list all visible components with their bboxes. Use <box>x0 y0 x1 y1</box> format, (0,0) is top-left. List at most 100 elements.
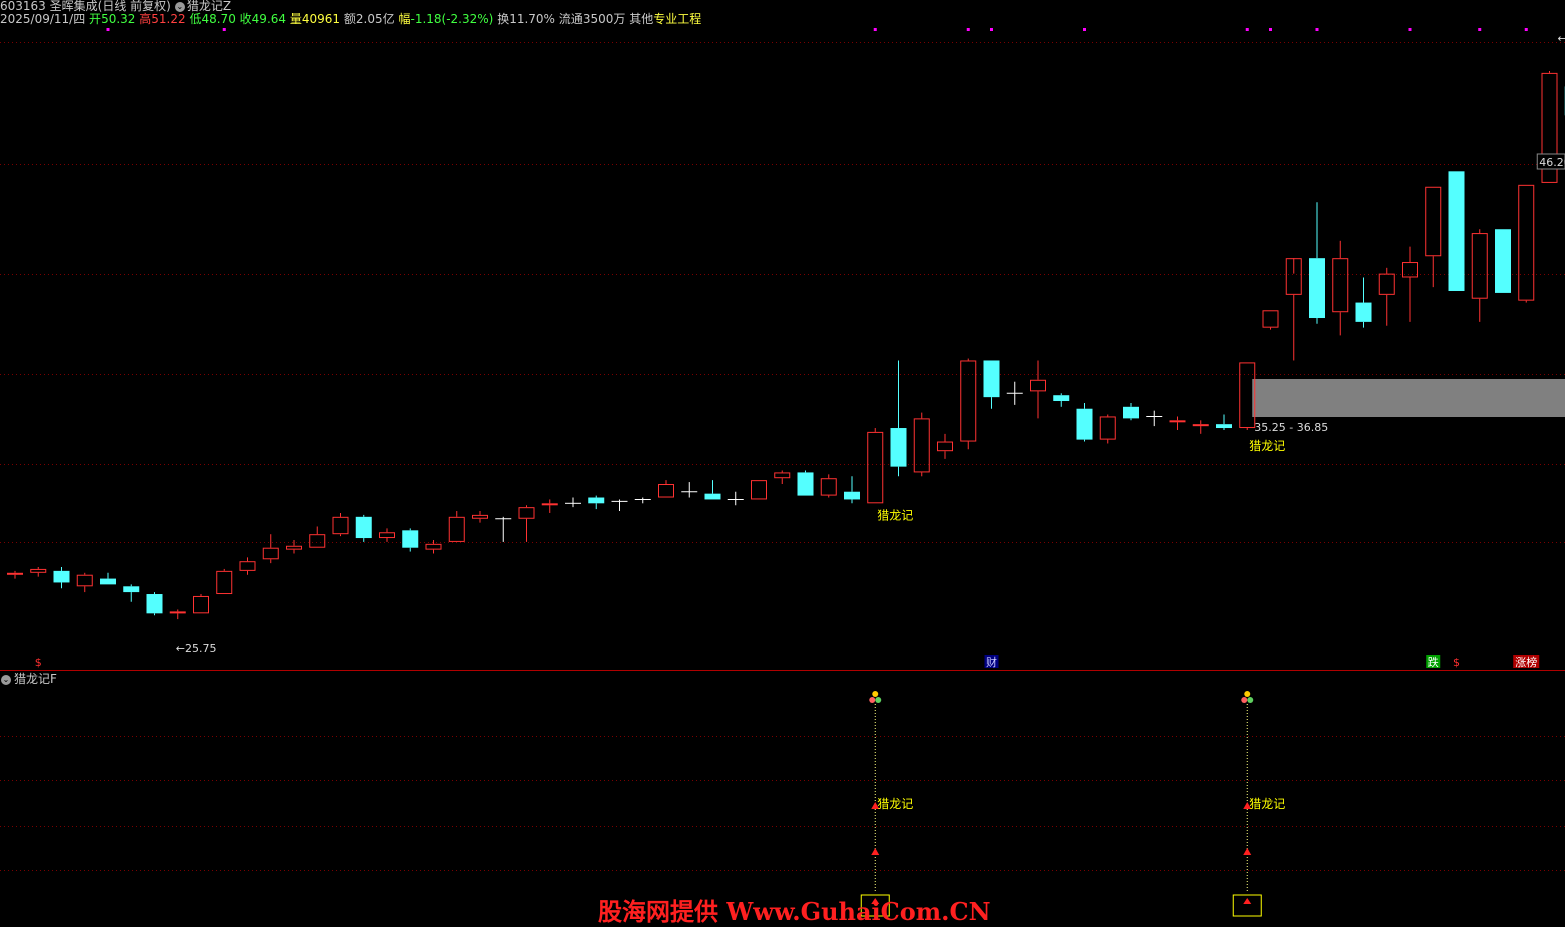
candle-body[interactable] <box>961 361 976 441</box>
high-price-label: ←51 <box>1558 32 1565 45</box>
quote-bar: 2025/09/11/四 开50.32 高51.22 低48.70 收49.64… <box>0 12 701 26</box>
candle-body[interactable] <box>1100 417 1115 439</box>
candle-body[interactable] <box>123 586 139 592</box>
candle-body[interactable] <box>542 504 557 505</box>
top-marker <box>967 28 970 31</box>
signal-dot-icon <box>869 697 875 703</box>
candle-body[interactable] <box>310 535 325 548</box>
candle-body[interactable] <box>938 442 953 451</box>
candle-body[interactable] <box>1333 259 1348 312</box>
top-marker <box>1478 28 1481 31</box>
chart-canvas[interactable]: 35.25 - 36.85←25.75←5146.20 - 46.2猎龙记猎龙记… <box>0 0 1565 922</box>
quote-date: 2025/09/11/四 <box>0 12 85 26</box>
change-label: 幅 <box>398 12 410 26</box>
volume-value: 40961 <box>302 12 340 26</box>
candle-body[interactable] <box>100 579 116 585</box>
signal-dot-icon <box>1247 697 1253 703</box>
candle-body[interactable] <box>984 360 1000 397</box>
candle-body[interactable] <box>263 548 278 559</box>
top-marker <box>990 28 993 31</box>
candle-body[interactable] <box>473 515 488 518</box>
candle-body[interactable] <box>333 517 348 533</box>
float-label: 流通 <box>559 12 583 26</box>
candle-body[interactable] <box>1123 407 1139 419</box>
candle-body[interactable] <box>449 517 464 541</box>
top-marker <box>1269 28 1272 31</box>
candle-body[interactable] <box>798 472 814 495</box>
chevron-down-icon[interactable]: ⌄ <box>1 675 11 685</box>
candle-body[interactable] <box>914 419 929 472</box>
candle-body[interactable] <box>821 479 836 495</box>
signal-label: 猎龙记 <box>1249 439 1285 453</box>
candle-body[interactable] <box>1170 421 1185 422</box>
sub-chart-title: ⌄猎龙记F <box>0 672 57 686</box>
candle-body[interactable] <box>31 569 46 572</box>
candle-body[interactable] <box>844 492 860 500</box>
candle-body[interactable] <box>705 494 721 500</box>
event-tag: $ <box>35 656 42 669</box>
candle-body[interactable] <box>868 432 883 502</box>
candle-body[interactable] <box>287 546 302 549</box>
candle-body[interactable] <box>1495 229 1511 293</box>
top-marker <box>107 28 110 31</box>
candle-body[interactable] <box>217 571 232 593</box>
chevron-down-icon[interactable]: ⌄ <box>175 2 185 12</box>
event-tag: 财 <box>986 655 997 669</box>
amount-label: 额 <box>344 12 356 26</box>
sub-indicator-name[interactable]: 猎龙记F <box>14 672 57 686</box>
candle-body[interactable] <box>1426 187 1441 255</box>
candle-body[interactable] <box>588 498 604 504</box>
sector-value[interactable]: 专业工程 <box>653 12 701 26</box>
candle-body[interactable] <box>1193 425 1208 426</box>
candle-body[interactable] <box>1356 303 1372 322</box>
turnover-label: 换 <box>497 12 509 26</box>
open-value: 50.32 <box>101 12 135 26</box>
event-tag: $ <box>1453 656 1460 669</box>
amount-value: 2.05亿 <box>356 12 395 26</box>
candle-body[interactable] <box>1309 258 1325 318</box>
candle-body[interactable] <box>891 428 907 467</box>
candle-body[interactable] <box>426 544 441 549</box>
signal-dot-icon <box>1241 697 1247 703</box>
signal-dot-icon <box>872 691 878 697</box>
candle-body[interactable] <box>752 481 767 499</box>
candle-body[interactable] <box>356 517 372 538</box>
signal-label: 猎龙记 <box>877 508 913 522</box>
support-zone <box>1252 379 1565 417</box>
top-marker <box>1316 28 1319 31</box>
candle-body[interactable] <box>1077 409 1093 440</box>
candle-body[interactable] <box>54 571 70 583</box>
candle-body[interactable] <box>1519 185 1534 300</box>
turnover-value: 11.70% <box>509 12 555 26</box>
candle-body[interactable] <box>1263 311 1278 327</box>
arrow-up-icon <box>1243 898 1251 904</box>
candle-body[interactable] <box>775 473 790 478</box>
level-label: 46.20 - 46.2 <box>1539 156 1565 169</box>
low-value: 48.70 <box>201 12 235 26</box>
candle-body[interactable] <box>1216 424 1232 428</box>
candle-body[interactable] <box>1379 274 1394 294</box>
candle-body[interactable] <box>170 612 185 613</box>
high-value: 51.22 <box>151 12 185 26</box>
signal-dot-icon <box>1244 691 1250 697</box>
candle-body[interactable] <box>519 508 534 519</box>
candle-body[interactable] <box>1031 380 1046 391</box>
candle-body[interactable] <box>147 594 163 613</box>
event-tag: 跌 <box>1428 655 1439 669</box>
candle-body[interactable] <box>8 573 23 574</box>
candle-body[interactable] <box>380 533 395 538</box>
candle-body[interactable] <box>1472 234 1487 299</box>
candle-body[interactable] <box>1053 395 1069 401</box>
candle-body[interactable] <box>1449 171 1465 291</box>
change-value: -1.18(-2.32%) <box>410 12 493 26</box>
candle-body[interactable] <box>240 562 255 571</box>
open-label: 开 <box>89 12 101 26</box>
top-marker <box>1246 28 1249 31</box>
high-label: 高 <box>139 12 151 26</box>
zone-label: 35.25 - 36.85 <box>1254 421 1328 434</box>
top-marker <box>223 28 226 31</box>
candle-body[interactable] <box>659 485 674 498</box>
candle-body[interactable] <box>77 575 92 586</box>
candle-body[interactable] <box>194 596 209 612</box>
candle-body[interactable] <box>402 530 418 547</box>
